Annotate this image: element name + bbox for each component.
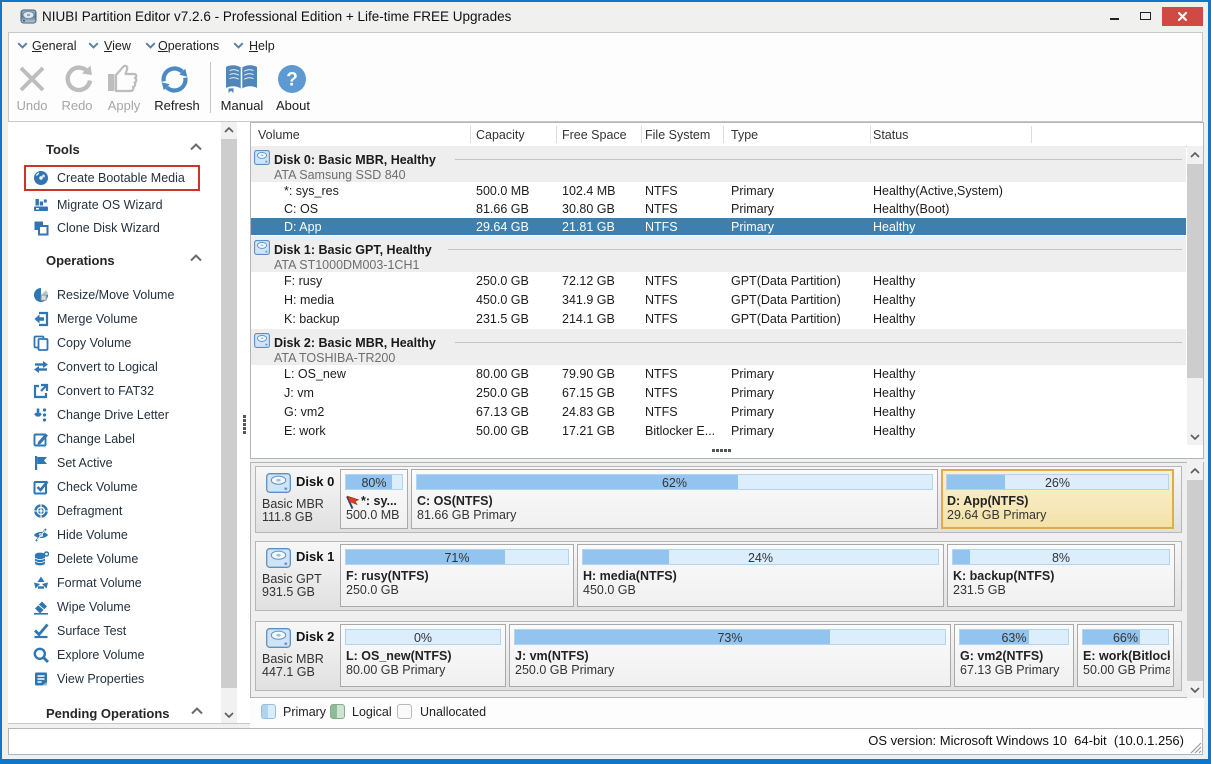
svg-text:?: ? xyxy=(286,70,298,91)
